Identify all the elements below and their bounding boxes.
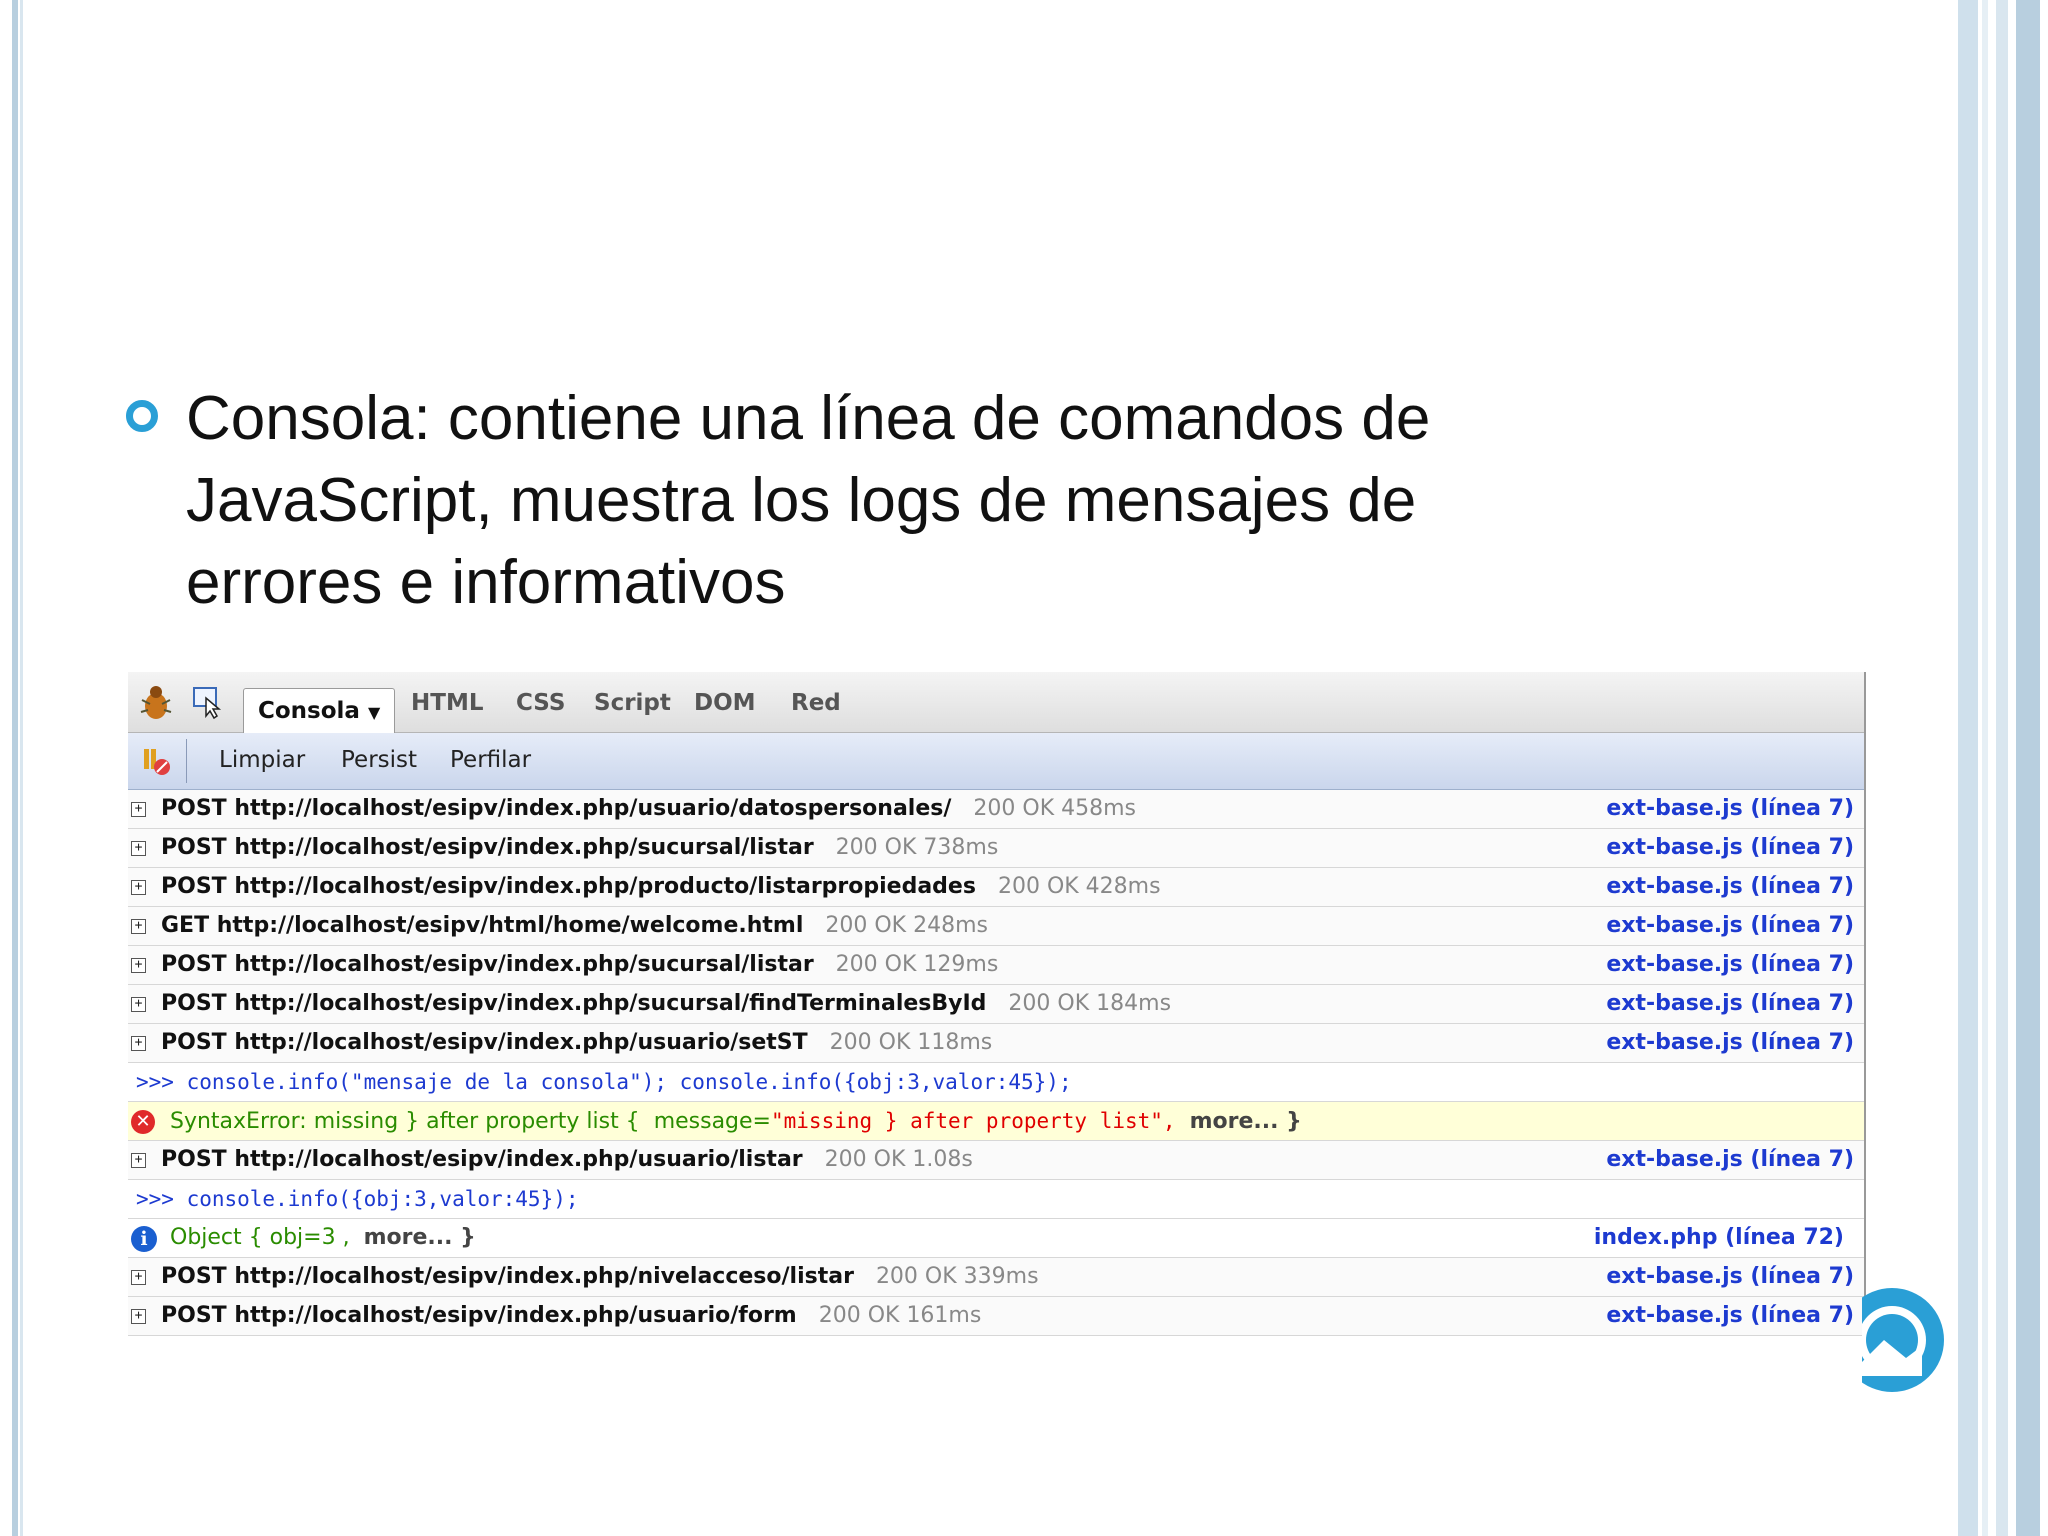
expand-plus-icon[interactable]: + xyxy=(131,958,146,973)
source-link[interactable]: ext-base.js (línea 7) xyxy=(1606,1141,1854,1179)
firebug-bug-icon[interactable] xyxy=(134,680,178,724)
more-link[interactable]: more... } xyxy=(364,1225,476,1250)
toolbar-separator xyxy=(186,739,187,783)
expand-plus-icon[interactable]: + xyxy=(131,841,146,856)
firebug-panel: Consola ▼ HTML CSS Script DOM Red Limpia… xyxy=(128,672,1866,1336)
source-link[interactable]: ext-base.js (línea 7) xyxy=(1606,946,1854,984)
persist-button[interactable]: Persist xyxy=(341,747,417,773)
chevron-down-icon: ▼ xyxy=(367,703,381,722)
source-link[interactable]: index.php (línea 72) xyxy=(1594,1219,1844,1257)
expand-plus-icon[interactable]: + xyxy=(131,1153,146,1168)
slide-border-right-outer xyxy=(2016,0,2040,1536)
source-link[interactable]: ext-base.js (línea 7) xyxy=(1606,1297,1854,1335)
break-on-error-icon[interactable] xyxy=(134,739,178,783)
tab-dom[interactable]: DOM xyxy=(694,690,756,716)
log-row[interactable]: + POST http://localhost/esipv/index.php/… xyxy=(128,985,1864,1024)
source-link[interactable]: ext-base.js (línea 7) xyxy=(1606,868,1854,906)
command-echo-row: >>> console.info({obj:3,valor:45}); xyxy=(128,1180,1864,1219)
profile-button[interactable]: Perfilar xyxy=(450,747,531,773)
tab-script[interactable]: Script xyxy=(594,690,671,716)
inspect-pointer-icon[interactable] xyxy=(186,680,230,724)
expand-plus-icon[interactable]: + xyxy=(131,880,146,895)
log-row[interactable]: + POST http://localhost/esipv/index.php/… xyxy=(128,1141,1864,1180)
slide-border-right-mid xyxy=(1996,0,2008,1536)
slide-border-left-inner xyxy=(20,0,23,1536)
source-link[interactable]: ext-base.js (línea 7) xyxy=(1606,1258,1854,1296)
tab-consola[interactable]: Consola ▼ xyxy=(243,688,396,733)
log-row[interactable]: + POST http://localhost/esipv/index.php/… xyxy=(128,1297,1864,1336)
log-row[interactable]: + POST http://localhost/esipv/index.php/… xyxy=(128,1024,1864,1063)
log-row[interactable]: + POST http://localhost/esipv/index.php/… xyxy=(128,1258,1864,1297)
clear-button[interactable]: Limpiar xyxy=(219,747,305,773)
error-x-icon: ✕ xyxy=(131,1110,155,1134)
expand-plus-icon[interactable]: + xyxy=(131,997,146,1012)
source-link[interactable]: ext-base.js (línea 7) xyxy=(1606,1024,1854,1062)
expand-plus-icon[interactable]: + xyxy=(131,1309,146,1324)
source-link[interactable]: ext-base.js (línea 7) xyxy=(1606,907,1854,945)
tab-html[interactable]: HTML xyxy=(411,690,483,716)
console-log: + POST http://localhost/esipv/index.php/… xyxy=(128,790,1864,1336)
gear-logo-icon xyxy=(1840,1280,1950,1400)
console-subbar: Limpiar Persist Perfilar xyxy=(128,733,1864,790)
expand-plus-icon[interactable]: + xyxy=(131,1270,146,1285)
bullet-circle-icon xyxy=(126,400,158,432)
expand-plus-icon[interactable]: + xyxy=(131,1036,146,1051)
expand-plus-icon[interactable]: + xyxy=(131,919,146,934)
more-link[interactable]: more... } xyxy=(1190,1109,1302,1134)
slide-border-left xyxy=(12,0,18,1536)
slide-border-right xyxy=(1958,0,1978,1536)
log-row[interactable]: + POST http://localhost/esipv/index.php/… xyxy=(128,868,1864,907)
tab-red[interactable]: Red xyxy=(791,690,841,716)
command-echo-row: >>> console.info("mensaje de la consola"… xyxy=(128,1063,1864,1102)
log-row[interactable]: + GET http://localhost/esipv/html/home/w… xyxy=(128,907,1864,946)
source-link[interactable]: ext-base.js (línea 7) xyxy=(1606,829,1854,867)
firebug-toolbar: Consola ▼ HTML CSS Script DOM Red xyxy=(128,672,1864,733)
slide-border-right-inner xyxy=(1982,0,1988,1536)
log-row[interactable]: + POST http://localhost/esipv/index.php/… xyxy=(128,946,1864,985)
info-icon: i xyxy=(131,1226,157,1252)
bullet-text: Consola: contiene una línea de comandos … xyxy=(186,384,1431,617)
source-link[interactable]: ext-base.js (línea 7) xyxy=(1606,790,1854,828)
tab-css[interactable]: CSS xyxy=(516,690,565,716)
log-row[interactable]: + POST http://localhost/esipv/index.php/… xyxy=(128,829,1864,868)
expand-plus-icon[interactable]: + xyxy=(131,802,146,817)
error-row[interactable]: ✕ SyntaxError: missing } after property … xyxy=(128,1102,1864,1141)
info-row[interactable]: i Object { obj=3 , more... } index.php (… xyxy=(128,1219,1864,1258)
source-link[interactable]: ext-base.js (línea 7) xyxy=(1606,985,1854,1023)
log-row[interactable]: + POST http://localhost/esipv/index.php/… xyxy=(128,790,1864,829)
